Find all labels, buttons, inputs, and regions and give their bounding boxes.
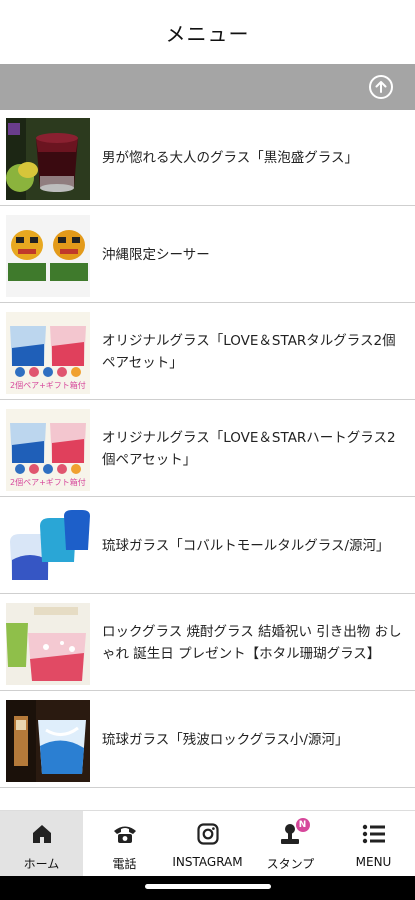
page-title: メニュー bbox=[165, 21, 250, 46]
product-thumbnail: 2個ペア+ギフト箱付 bbox=[6, 312, 90, 394]
gift-badge: 2個ペア+ギフト箱付 bbox=[10, 478, 86, 487]
upload-circle-icon[interactable] bbox=[369, 75, 393, 99]
tab-instagram[interactable]: INSTAGRAM bbox=[166, 811, 249, 877]
instagram-icon bbox=[195, 821, 221, 847]
item-label: 沖縄限定シーサー bbox=[102, 246, 210, 263]
item-label: 男が惚れる大人のグラス「黒泡盛グラス」 bbox=[102, 149, 358, 166]
list-item[interactable]: 男が惚れる大人のグラス「黒泡盛グラス」 bbox=[0, 110, 415, 206]
list-item[interactable]: 沖縄限定シーサー bbox=[0, 207, 415, 303]
item-label: ロックグラス 焼酎グラス 結婚祝い 引き出物 おしゃれ 誕生日 プレゼント【ホタ… bbox=[102, 623, 402, 662]
list-item[interactable]: ロックグラス 焼酎グラス 結婚祝い 引き出物 おしゃれ 誕生日 プレゼント【ホタ… bbox=[0, 595, 415, 691]
gift-badge: 2個ペア+ギフト箱付 bbox=[10, 381, 86, 390]
app-header: メニュー bbox=[0, 0, 415, 64]
tab-label: INSTAGRAM bbox=[172, 855, 243, 869]
product-thumbnail: 2個ペア+ギフト箱付 bbox=[6, 409, 90, 491]
tab-label: スタンプ bbox=[266, 857, 315, 871]
list-item[interactable]: 琉球ガラス「残波ロックグラス小/源河」 bbox=[0, 692, 415, 788]
tab-label: ホーム bbox=[23, 857, 60, 871]
list-item[interactable]: 2個ペア+ギフト箱付 オリジナルグラス「LOVE＆STARタルグラス2個ペアセッ… bbox=[0, 304, 415, 400]
tab-home[interactable]: ホーム bbox=[0, 811, 83, 877]
tab-stamp[interactable]: N スタンプ bbox=[249, 811, 332, 877]
list-item[interactable]: 琉球ガラス「コバルトモールタルグラス/源河」 bbox=[0, 498, 415, 594]
home-indicator[interactable] bbox=[145, 884, 271, 889]
item-label: 琉球ガラス「残波ロックグラス小/源河」 bbox=[102, 731, 349, 748]
tab-menu[interactable]: MENU bbox=[332, 811, 415, 877]
tab-phone[interactable]: 電話 bbox=[83, 811, 166, 877]
home-icon bbox=[29, 821, 55, 847]
product-thumbnail bbox=[6, 506, 90, 588]
list-item[interactable]: 2個ペア+ギフト箱付 オリジナルグラス「LOVE＆STARハートグラス2個ペアセ… bbox=[0, 401, 415, 497]
product-thumbnail bbox=[6, 700, 90, 782]
menu-list-icon bbox=[361, 821, 387, 847]
top-action-bar bbox=[0, 64, 415, 110]
new-badge: N bbox=[295, 818, 310, 832]
menu-list: 男が惚れる大人のグラス「黒泡盛グラス」 沖縄限定シーサー 2個ペア+ギフト箱付 … bbox=[0, 110, 415, 810]
phone-icon bbox=[112, 821, 138, 847]
product-thumbnail bbox=[6, 215, 90, 297]
product-thumbnail bbox=[6, 603, 90, 685]
item-label: オリジナルグラス「LOVE＆STARハートグラス2個ペアセット」 bbox=[102, 429, 396, 468]
tab-label: MENU bbox=[355, 855, 392, 869]
item-label: オリジナルグラス「LOVE＆STARタルグラス2個ペアセット」 bbox=[102, 332, 396, 371]
bottom-tab-bar: ホーム 電話 INSTAGRAM N スタンプ MENU bbox=[0, 810, 415, 877]
tab-label: 電話 bbox=[112, 857, 137, 871]
product-thumbnail bbox=[6, 118, 90, 200]
stamp-icon: N bbox=[278, 818, 310, 847]
item-label: 琉球ガラス「コバルトモールタルグラス/源河」 bbox=[102, 537, 390, 554]
